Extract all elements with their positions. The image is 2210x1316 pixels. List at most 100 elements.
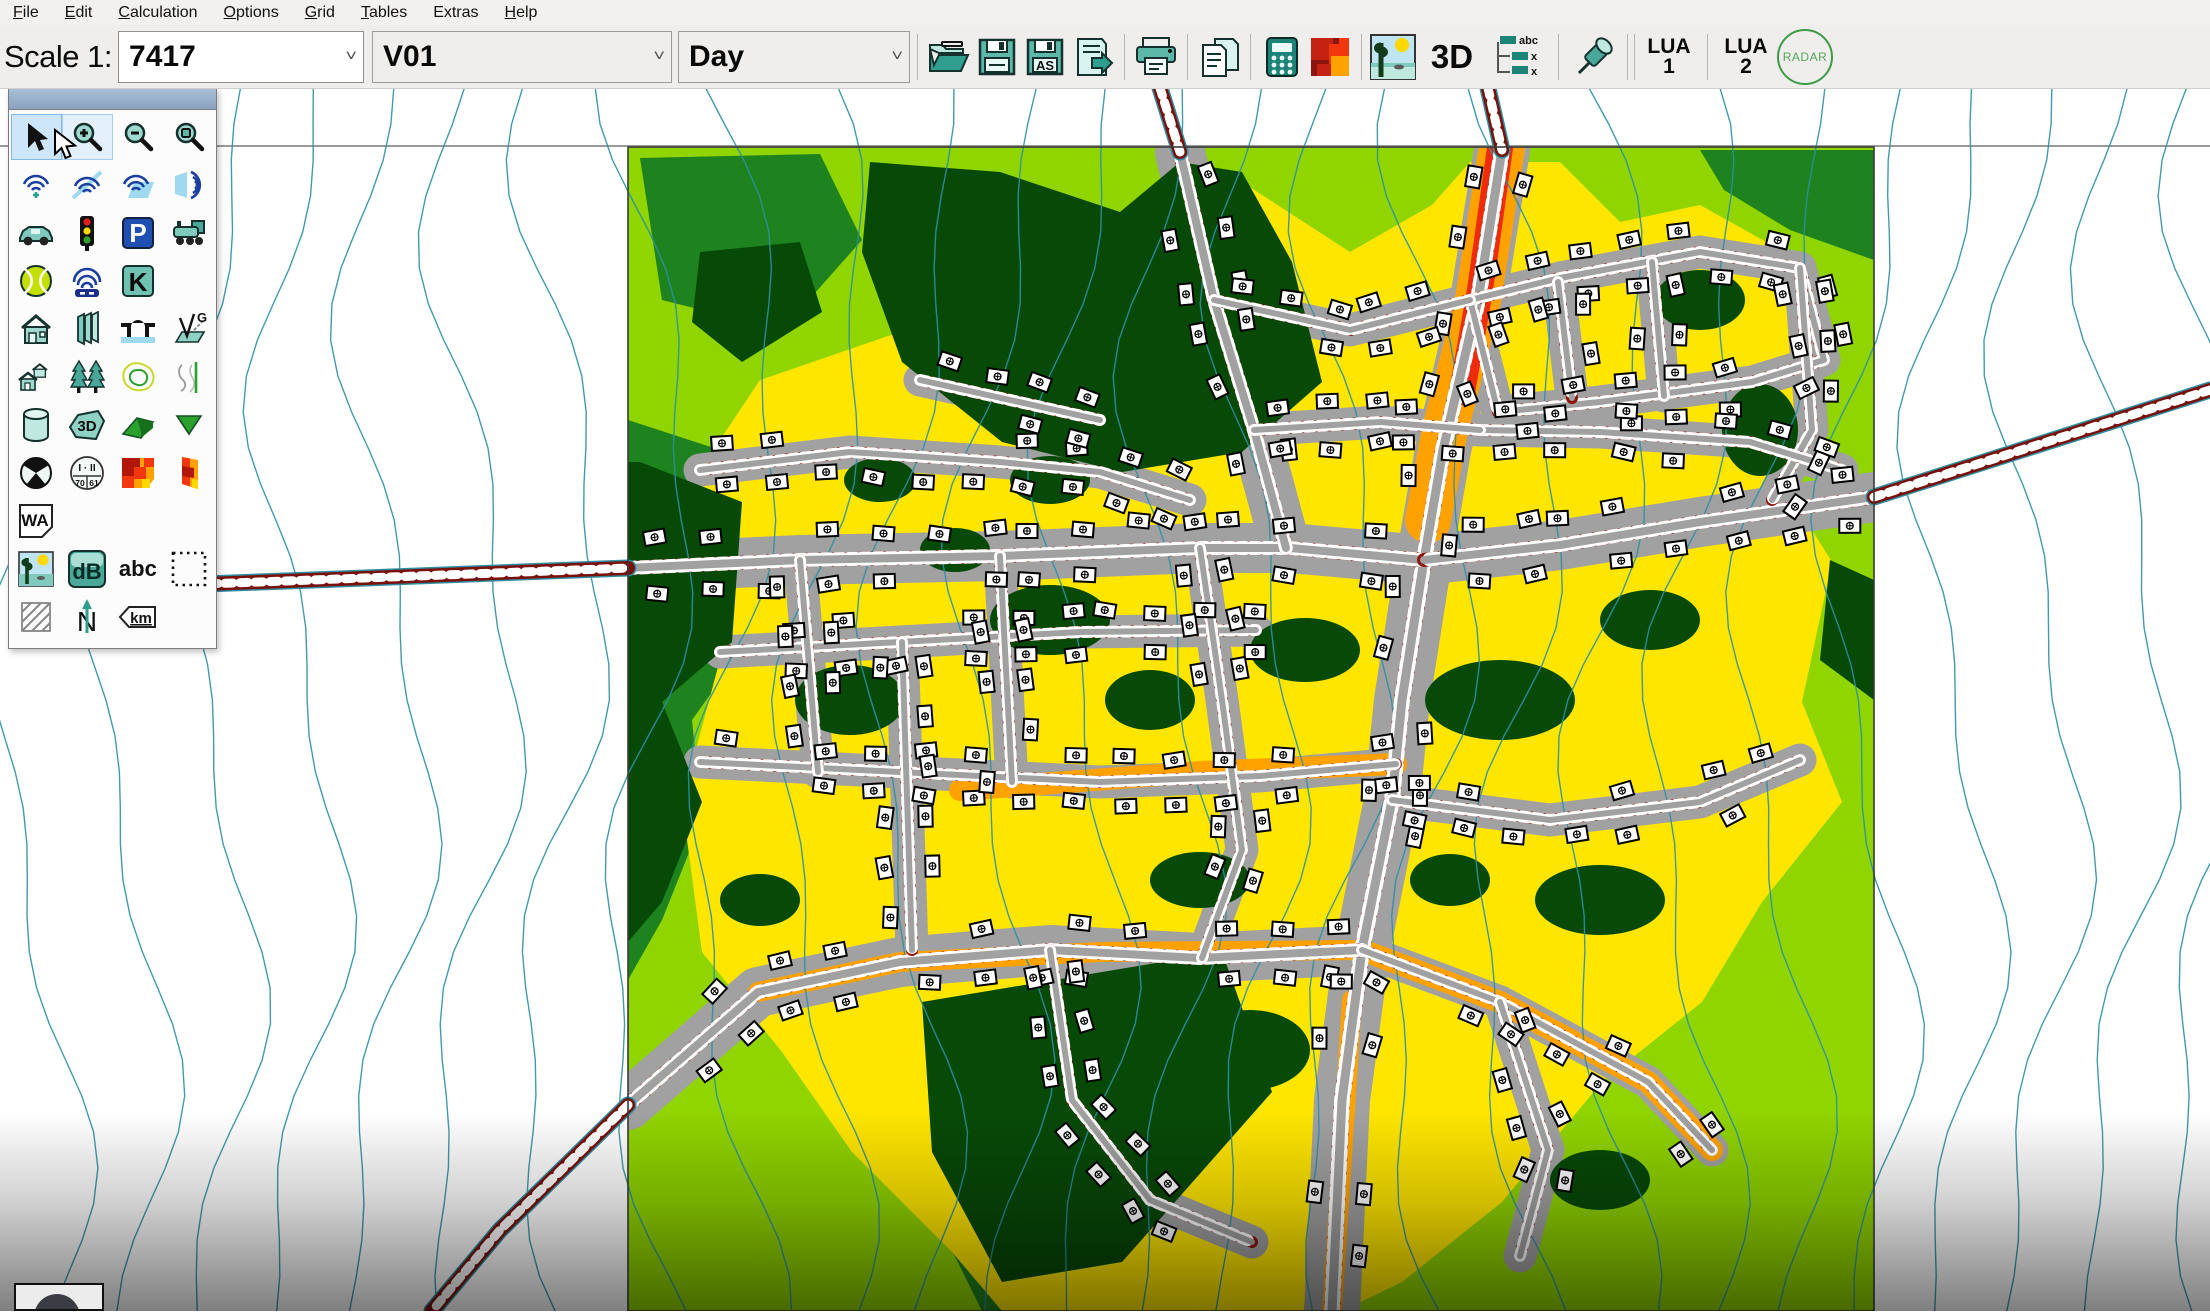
selection-frame-tool[interactable] [163,546,214,592]
select-tool[interactable] [11,114,62,160]
menu-options[interactable]: Options [211,2,292,24]
point-source-tool[interactable] [11,162,62,208]
print-button[interactable] [1132,31,1180,83]
open-button[interactable] [925,31,973,83]
save-button[interactable] [973,31,1021,83]
color-scale-button[interactable] [1306,31,1354,83]
bridge-tool[interactable] [113,306,164,352]
house-icon [18,312,54,346]
scale-bar-tool[interactable]: km [113,594,164,640]
db-button-icon: dB [67,549,107,589]
menu-file[interactable]: File [0,2,52,24]
green-area-tool[interactable] [163,402,214,448]
contour-area-tool[interactable] [113,354,164,400]
svg-text:I · II: I · II [79,463,96,474]
pushpin-icon [1571,33,1619,81]
zoom-in-tool[interactable] [62,114,113,160]
triangle-icon [174,412,204,438]
svg-text:x: x [1531,51,1538,63]
corner-widget [14,1283,104,1311]
polygon-3d-tool[interactable]: 3D [62,402,113,448]
parking-tool[interactable]: P [113,210,164,256]
grid-noise-map-tool[interactable] [113,450,164,496]
road-tool[interactable] [11,210,62,256]
zoom-window-tool[interactable] [163,114,214,160]
scale-combo[interactable]: 7417˅ [118,31,364,83]
line-source-tool[interactable] [62,162,113,208]
object-tree-icon: abc x x [1490,34,1548,80]
corner-widget-dot [34,1294,80,1311]
vertical-source-tool[interactable] [163,162,214,208]
railway-tool[interactable] [163,210,214,256]
zoom-in-icon [70,120,104,154]
facade-noise-icon [174,454,204,492]
grid-noise-map-icon [119,455,157,491]
svg-text:G: G [197,312,207,325]
tool-palette: P K G [8,88,217,649]
save-as-button[interactable]: AS [1021,31,1069,83]
building-tool[interactable] [11,306,62,352]
terrain-break-icon [172,359,206,395]
export-button[interactable] [1069,31,1117,83]
traffic-light-tool[interactable] [62,210,113,256]
scale-label: Scale 1: [4,39,112,75]
menu-help[interactable]: Help [492,2,551,24]
version-combo[interactable]: V01˅ [372,31,672,83]
object-tree-button[interactable]: abc x x [1487,31,1551,83]
pin-button[interactable] [1566,31,1624,83]
open-folder-icon [927,37,971,77]
scene-3d-view-button[interactable] [1369,31,1417,83]
svg-text:P: P [129,218,146,248]
noise-barrier-tool[interactable] [62,306,113,352]
tunnel-source-tool[interactable] [62,258,113,304]
svg-text:61: 61 [89,478,99,488]
forest-tool[interactable] [62,354,113,400]
calculation-point-tool[interactable] [11,450,62,496]
scene-tool[interactable] [11,546,62,592]
menu-grid[interactable]: Grid [292,2,348,24]
cylinder-tool[interactable] [11,402,62,448]
menu-tables[interactable]: Tables [348,2,420,24]
ground-absorption-tool[interactable]: G [163,306,214,352]
radar-button[interactable]: RADAR [1777,29,1833,85]
hatch-area-tool[interactable] [11,594,62,640]
noise-barrier-icon [72,311,102,347]
emission-level-tool[interactable]: I · II 70 61 [62,450,113,496]
copy-button[interactable] [1195,31,1243,83]
lua2-button[interactable]: LUA2 [1715,37,1777,77]
three-d-button[interactable]: 3D [1417,31,1487,83]
svg-text:K: K [128,267,147,297]
landscape-scene-icon [1369,33,1417,81]
menu-edit[interactable]: Edit [52,2,106,24]
db-label-tool[interactable]: dB [62,546,113,592]
menu-bar: FileEditCalculationOptionsGridTablesExtr… [0,0,2210,25]
k-sign-tool[interactable]: K [113,258,164,304]
palette-title-bar[interactable] [9,89,216,110]
menu-extras[interactable]: Extras [420,2,491,24]
text-label-tool[interactable]: abc [113,546,164,592]
bridge-icon [119,313,157,345]
terrain-break-tool[interactable] [163,354,214,400]
residential-area-tool[interactable] [11,354,62,400]
svg-text:km: km [130,610,152,627]
houses-icon [17,360,55,394]
calculator-icon [1263,36,1301,78]
north-arrow-tool[interactable]: N [62,594,113,640]
wa-tool[interactable]: WA [11,498,62,544]
zoom-out-tool[interactable] [113,114,164,160]
save-icon [976,36,1018,78]
facade-noise-tool[interactable] [163,450,214,496]
line-source-icon [69,168,105,202]
svg-text:70: 70 [75,478,85,488]
period-combo[interactable]: Day˅ [678,31,910,83]
map-canvas[interactable] [0,88,2210,1311]
chevron-down-icon: ˅ [653,47,665,65]
hatch-icon [19,600,53,634]
period-value: Day [689,40,744,74]
sport-facility-tool[interactable] [11,258,62,304]
area-source-tool[interactable] [113,162,164,208]
calculator-button[interactable] [1258,31,1306,83]
lua1-button[interactable]: LUA1 [1638,37,1700,77]
menu-calculation[interactable]: Calculation [105,2,210,24]
embankment-tool[interactable] [113,402,164,448]
